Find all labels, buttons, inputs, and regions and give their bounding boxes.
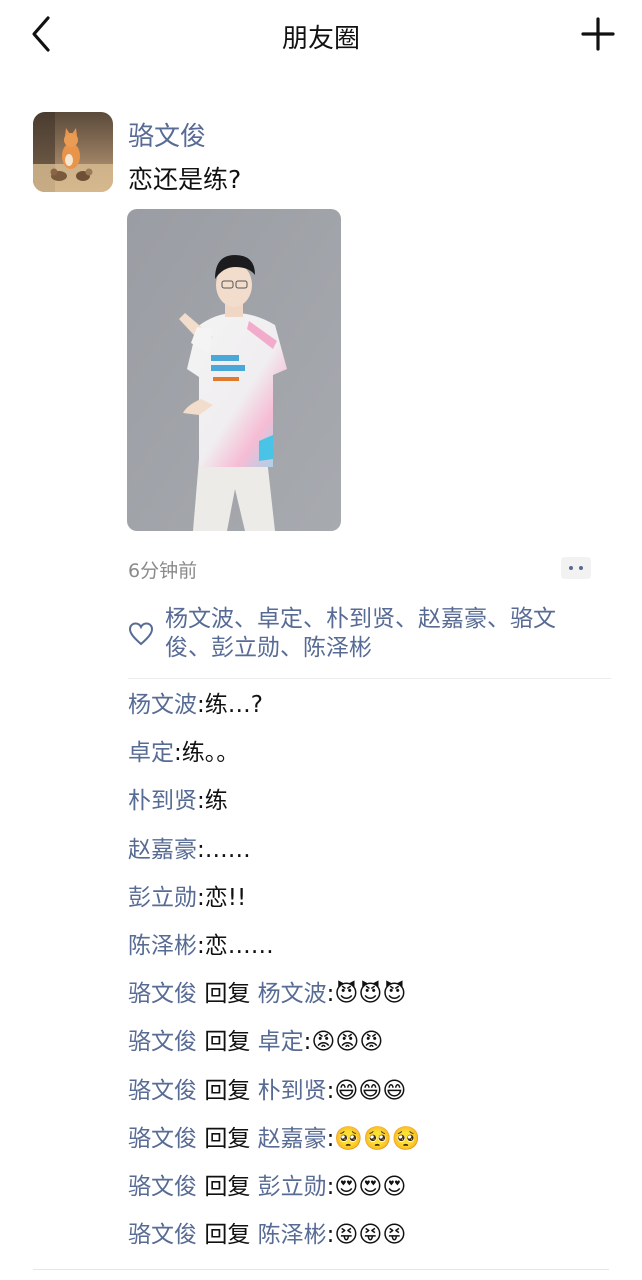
reply-target-name[interactable]: 赵嘉豪 — [258, 1126, 327, 1152]
page-title: 朋友圈 — [281, 24, 360, 54]
poster-name[interactable]: 骆文俊 — [128, 116, 206, 153]
commenter-name[interactable]: 彭立勋 — [128, 885, 197, 911]
comment-text: 😄😄😄 — [334, 1077, 407, 1104]
comment-text: 恋!! — [204, 884, 247, 911]
comment-text: 练。。 — [181, 740, 240, 767]
comment-text: 恋…… — [204, 932, 274, 959]
comment-row[interactable]: 朴到贤:练 — [128, 786, 608, 834]
comment-text: …… — [204, 836, 251, 863]
likes-section: 杨文波、卓定、朴到贤、赵嘉豪、骆文俊、彭立勋、陈泽彬 — [128, 605, 598, 671]
comment-row[interactable]: 杨文波:练…? — [128, 690, 608, 738]
reply-row[interactable]: 骆文俊 回复 彭立勋:😍😍😍 — [128, 1172, 608, 1220]
reply-target-name[interactable]: 朴到贤 — [258, 1078, 327, 1104]
post-bottom-divider — [33, 1269, 609, 1270]
heart-outline-icon — [128, 622, 154, 646]
reply-word: 回复 — [204, 1029, 251, 1056]
post-timestamp: 6分钟前 — [128, 560, 198, 582]
commenter-name[interactable]: 卓定 — [128, 740, 174, 766]
comment-separator: : — [197, 932, 205, 959]
reply-row[interactable]: 骆文俊 回复 赵嘉豪:🥺🥺🥺 — [128, 1124, 608, 1172]
plus-icon[interactable] — [578, 14, 618, 54]
comment-row[interactable]: 卓定:练。。 — [128, 738, 608, 786]
reply-word: 回复 — [204, 1173, 251, 1200]
more-dots-icon[interactable] — [561, 557, 591, 579]
post-photo[interactable] — [127, 209, 341, 531]
reply-target-name[interactable]: 彭立勋 — [258, 1174, 327, 1200]
commenter-name[interactable]: 陈泽彬 — [128, 933, 197, 959]
comment-separator: : — [174, 740, 182, 767]
comment-text: 😍😍😍 — [334, 1173, 407, 1200]
comment-text: 😝😝😝 — [334, 1222, 407, 1249]
commenter-name[interactable]: 骆文俊 — [128, 1174, 197, 1200]
reply-target-name[interactable]: 杨文波 — [258, 981, 327, 1007]
likes-divider — [128, 678, 611, 679]
reply-row[interactable]: 骆文俊 回复 卓定:😡😡😡 — [128, 1027, 608, 1075]
post-text: 恋还是练? — [128, 165, 242, 194]
comment-text: 😡😡😡 — [311, 1029, 384, 1056]
top-bar: 朋友圈 — [0, 0, 642, 72]
reply-word: 回复 — [204, 1125, 251, 1152]
comment-separator: : — [197, 836, 205, 863]
avatar[interactable] — [33, 112, 113, 192]
reply-word: 回复 — [204, 1222, 251, 1249]
reply-row[interactable]: 骆文俊 回复 陈泽彬:😝😝😝 — [128, 1220, 608, 1268]
comment-list: 杨文波:练…? 卓定:练。。 朴到贤:练 赵嘉豪:…… 彭立勋:恋!! 陈泽彬:… — [128, 690, 608, 1268]
comment-separator: : — [197, 692, 205, 718]
commenter-name[interactable]: 骆文俊 — [128, 1126, 197, 1152]
comment-text: 练…? — [204, 692, 263, 718]
reply-target-name[interactable]: 陈泽彬 — [258, 1222, 327, 1248]
commenter-name[interactable]: 骆文俊 — [128, 1078, 197, 1104]
comment-text: 🥺🥺🥺 — [334, 1125, 421, 1152]
commenter-name[interactable]: 赵嘉豪 — [128, 837, 197, 863]
reply-row[interactable]: 骆文俊 回复 朴到贤:😄😄😄 — [128, 1076, 608, 1124]
reply-word: 回复 — [204, 1077, 251, 1104]
commenter-name[interactable]: 骆文俊 — [128, 1029, 197, 1055]
commenter-name[interactable]: 朴到贤 — [128, 788, 197, 814]
reply-target-name[interactable]: 卓定 — [258, 1029, 304, 1055]
commenter-name[interactable]: 骆文俊 — [128, 1222, 197, 1248]
reply-row[interactable]: 骆文俊 回复 杨文波:😈😈😈 — [128, 979, 608, 1027]
likes-names[interactable]: 杨文波、卓定、朴到贤、赵嘉豪、骆文俊、彭立勋、陈泽彬 — [165, 605, 595, 663]
commenter-name[interactable]: 骆文俊 — [128, 981, 197, 1007]
comment-separator: : — [197, 884, 205, 911]
reply-word: 回复 — [204, 981, 251, 1008]
comment-row[interactable]: 赵嘉豪:…… — [128, 835, 608, 883]
comment-text: 练 — [204, 788, 228, 815]
comment-separator: : — [197, 788, 205, 815]
comment-row[interactable]: 陈泽彬:恋…… — [128, 931, 608, 979]
commenter-name[interactable]: 杨文波 — [128, 692, 197, 718]
comment-row[interactable]: 彭立勋:恋!! — [128, 883, 608, 931]
comment-text: 😈😈😈 — [334, 981, 407, 1008]
